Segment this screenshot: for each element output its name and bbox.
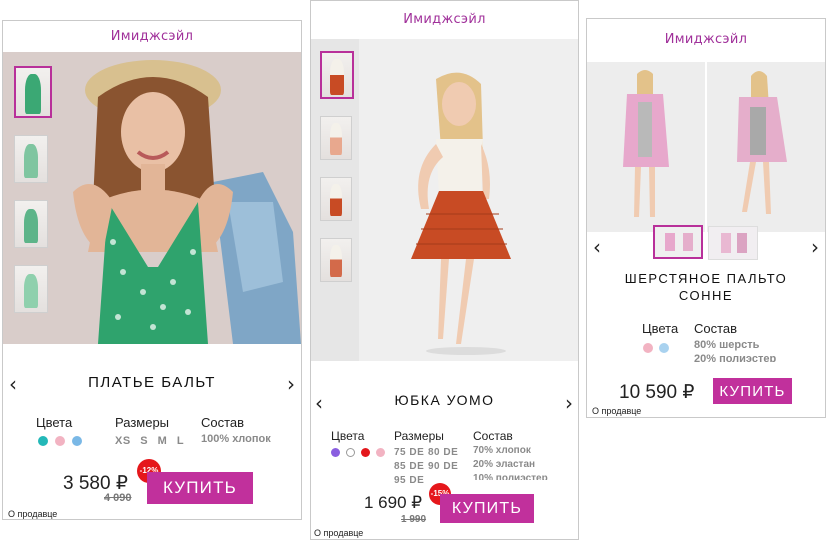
color-swatch-red[interactable] — [361, 448, 370, 457]
thumbnail-3[interactable] — [14, 200, 48, 248]
colors-label: Цвета — [36, 415, 73, 430]
size-option-m[interactable]: M — [158, 435, 168, 447]
thumbnail-4[interactable] — [14, 265, 48, 313]
composition-label: Состав — [694, 321, 738, 336]
color-swatch-pink[interactable] — [643, 343, 653, 353]
product-card-coat: Имиджсэйл ‹ › ШЕРСТЯНОЕ ПАЛЬТО СОННЕ Цве… — [586, 18, 826, 418]
composition-text: 80% шерсть 20% полиэстер — [694, 338, 776, 362]
seller-link[interactable]: О продавце — [314, 528, 363, 538]
buy-button[interactable]: КУПИТЬ — [147, 472, 253, 504]
color-swatch-white[interactable] — [346, 448, 355, 457]
size-option-s[interactable]: S — [140, 435, 148, 447]
size-option-l[interactable]: L — [177, 435, 184, 447]
color-swatch-purple[interactable] — [331, 448, 340, 457]
thumbnail-strip — [320, 51, 354, 299]
thumbnail-2[interactable] — [320, 116, 352, 160]
thumbnail-3[interactable] — [320, 177, 352, 221]
color-swatch-blue[interactable] — [72, 436, 82, 446]
old-price: 1 990 — [401, 514, 427, 525]
thumbnail-1[interactable] — [320, 51, 354, 99]
size-option-95[interactable]: 95 DE — [394, 474, 428, 484]
thumbnail-1[interactable] — [653, 225, 703, 259]
coat-model-illustration — [587, 62, 825, 232]
composition-text: 70% хлопок 20% эластан 10% полиэстер — [473, 444, 548, 480]
seller-link[interactable]: О продавце — [8, 509, 57, 519]
size-option-80[interactable]: 80 DE — [428, 446, 462, 460]
brand-logo[interactable]: Имиджсэйл — [3, 29, 301, 44]
size-list: 75 DE 80 DE 85 DE 90 DE 95 DE — [394, 446, 470, 484]
seller-link[interactable]: О продавце — [592, 406, 641, 416]
composition-line-1: 70% хлопок — [473, 445, 531, 456]
thumbnail-2[interactable] — [14, 135, 48, 183]
product-card-skirt: Имиджсэйл ‹ › ЮБКА УОМО Цвета Размеры Со… — [310, 0, 579, 540]
composition-line-1: 80% шерсть — [694, 339, 760, 351]
thumbnail-strip — [14, 66, 52, 330]
chevron-left-icon[interactable]: ‹ — [593, 237, 601, 257]
colors-label: Цвета — [642, 321, 679, 336]
color-swatch-teal[interactable] — [38, 436, 48, 446]
composition-line-2: 20% полиэстер — [694, 353, 777, 362]
chevron-right-icon[interactable]: › — [811, 237, 819, 257]
size-option-85[interactable]: 85 DE — [394, 460, 428, 474]
product-title-line-1: ШЕРСТЯНОЕ ПАЛЬТО — [624, 271, 788, 286]
color-swatch-pink[interactable] — [376, 448, 385, 457]
composition-text: 100% хлопок — [201, 432, 271, 446]
size-list: XS S M L — [115, 435, 184, 447]
composition-line-3: 10% полиэстер — [473, 473, 548, 480]
size-option-xs[interactable]: XS — [115, 435, 131, 447]
product-title: ЮБКА УОМО — [394, 392, 495, 408]
size-option-75[interactable]: 75 DE — [394, 446, 428, 460]
colors-label: Цвета — [331, 429, 365, 443]
product-title: ПЛАТЬЕ БАЛЬТ — [88, 374, 216, 391]
old-price: 4 090 — [104, 492, 132, 504]
product-title-line-2: СОННЕ — [678, 288, 734, 303]
composition-line-1: 100% хлопок — [201, 433, 271, 445]
composition-line-2: 20% эластан — [473, 459, 536, 470]
thumbnail-2[interactable] — [708, 226, 758, 260]
sizes-label: Размеры — [394, 429, 444, 443]
sizes-label: Размеры — [115, 415, 170, 430]
color-swatch-pink[interactable] — [55, 436, 65, 446]
thumbnail-4[interactable] — [320, 238, 352, 282]
composition-label: Состав — [201, 415, 245, 430]
thumbnail-coat-1 — [655, 227, 701, 257]
brand-logo[interactable]: Имиджсэйл — [587, 32, 825, 47]
buy-button[interactable]: КУПИТЬ — [440, 494, 534, 523]
buy-button[interactable]: КУПИТЬ — [713, 378, 792, 404]
product-main-photo[interactable] — [587, 62, 825, 232]
product-card-dress: Имиджсэйл ‹ › ПЛАТЬЕ БАЛЬТ Цвета Размеры… — [2, 20, 302, 520]
size-option-90[interactable]: 90 DE — [428, 460, 462, 474]
price: 10 590 ₽ — [619, 382, 695, 403]
color-swatch-light-blue[interactable] — [659, 343, 669, 353]
product-title: ШЕРСТЯНОЕ ПАЛЬТО СОННЕ — [587, 270, 825, 304]
thumbnail-coat-2 — [709, 227, 757, 259]
brand-logo[interactable]: Имиджсэйл — [311, 12, 578, 27]
composition-label: Состав — [473, 429, 513, 443]
price: 1 690 ₽ — [364, 493, 423, 512]
thumbnail-1[interactable] — [14, 66, 52, 118]
